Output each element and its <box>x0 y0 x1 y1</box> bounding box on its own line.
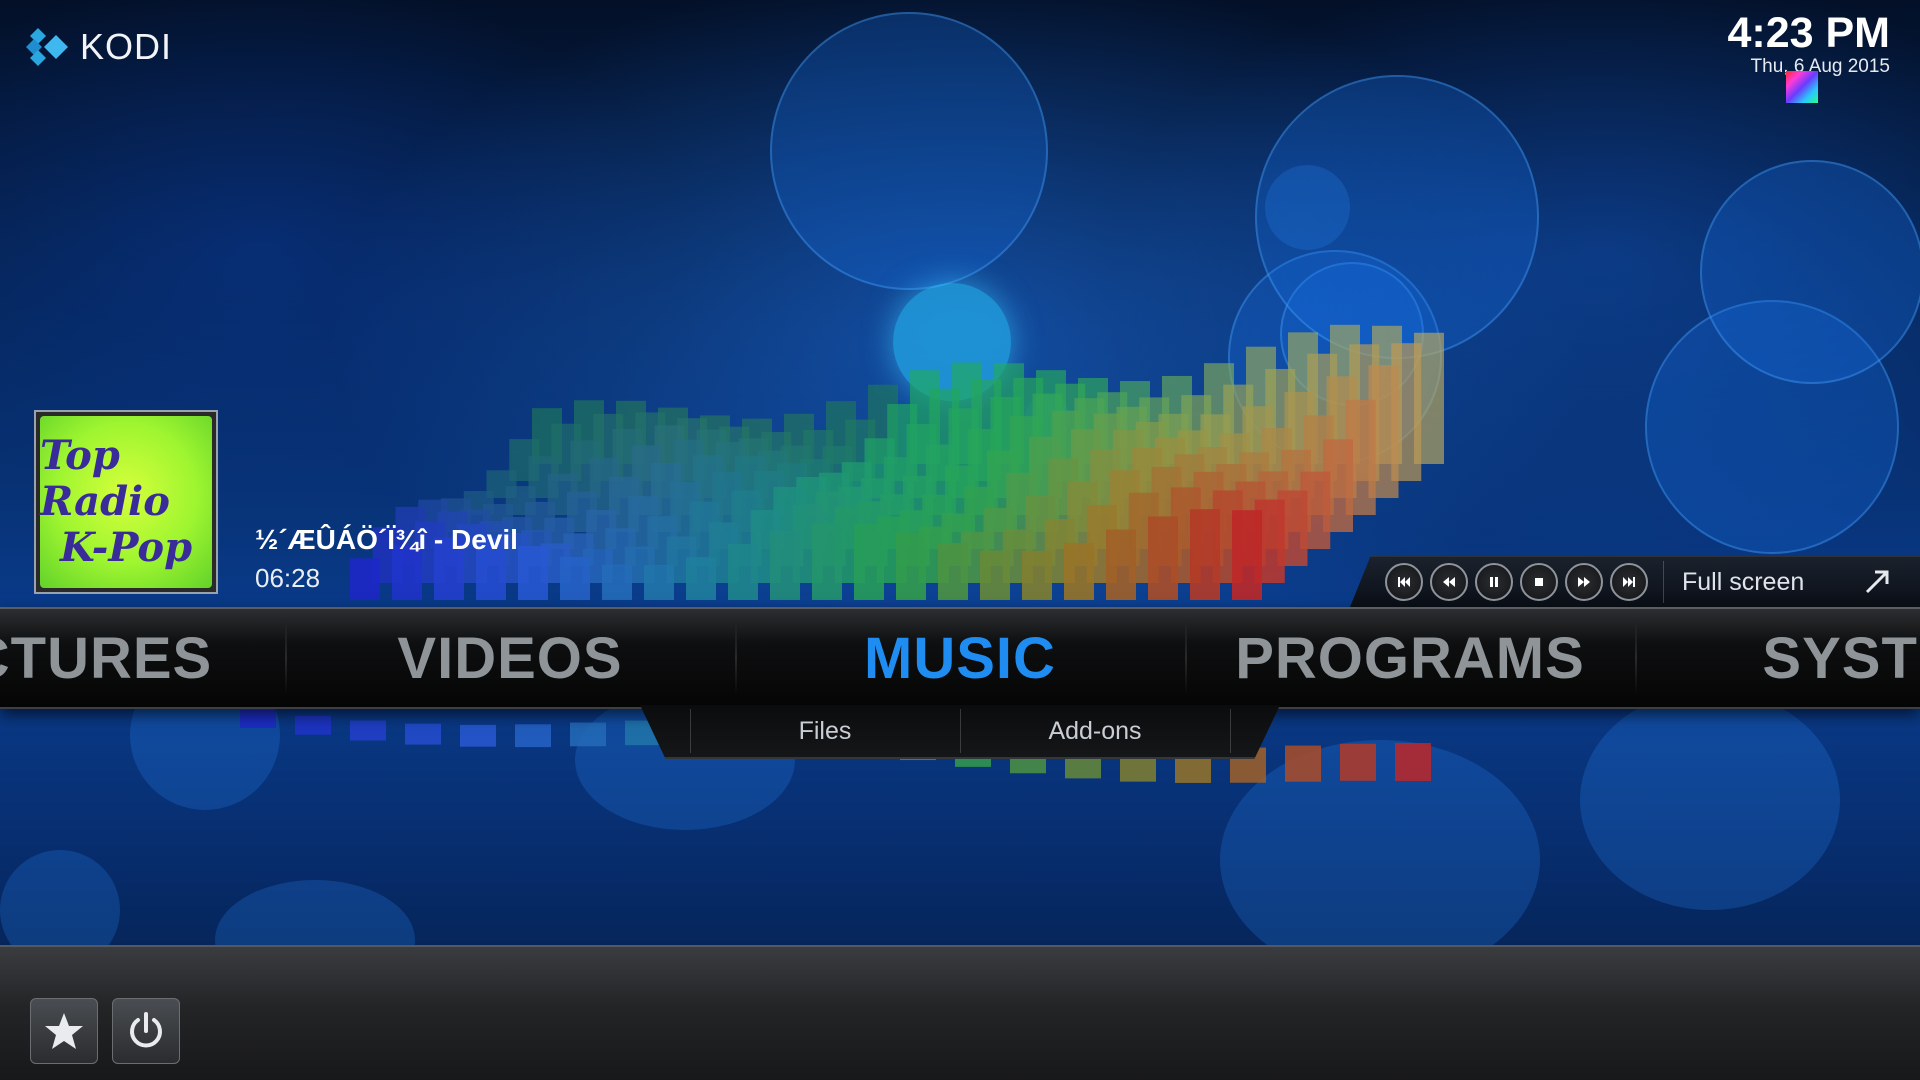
visualizer-bar <box>1022 550 1052 600</box>
submenu-item-files[interactable]: Files <box>690 705 960 757</box>
visualizer-bar <box>1148 516 1178 600</box>
visualizer-bar <box>896 532 926 600</box>
now-playing-elapsed: 06:28 <box>255 563 321 593</box>
visualizer-bar <box>980 550 1010 600</box>
visualizer-bar <box>1190 509 1220 600</box>
menu-item-pictures[interactable]: CTURES <box>0 609 315 707</box>
kodi-home-screen: KODI 4:23 PM Thu, 6 Aug 2015 Top Radio K… <box>0 0 1920 1080</box>
skip-previous-icon <box>1398 577 1410 587</box>
visualizer-reflection-bar <box>570 722 606 747</box>
controls-divider <box>1663 561 1664 603</box>
favourites-button[interactable] <box>30 998 98 1064</box>
clock: 4:23 PM Thu, 6 Aug 2015 <box>1727 8 1890 103</box>
album-art-line-2: K-Pop <box>59 524 193 571</box>
submenu-divider <box>1230 709 1231 753</box>
kodi-logo: KODI <box>22 24 172 70</box>
album-art-image: Top Radio K-Pop <box>40 416 212 588</box>
main-menu-bar: CTURES VIDEOS MUSIC PROGRAMS SYSTE <box>0 607 1920 709</box>
pause-button[interactable] <box>1475 563 1513 601</box>
fast-forward-button[interactable] <box>1565 563 1603 601</box>
visualizer-reflection-bar <box>460 724 496 747</box>
kodi-logo-icon <box>26 28 68 66</box>
skip-previous-button[interactable] <box>1385 563 1423 601</box>
visualizer-reflection-bar <box>350 720 386 741</box>
visualizer-bar <box>602 564 632 600</box>
visualizer-bar <box>1064 542 1094 600</box>
skip-next-icon <box>1623 577 1635 587</box>
album-art-line-1: Top Radio <box>40 432 170 525</box>
menu-item-programs[interactable]: PROGRAMS <box>1185 609 1635 707</box>
visualizer-reflection-bar <box>1395 742 1431 781</box>
fullscreen-button[interactable]: Full screen <box>1682 568 1862 597</box>
menu-item-system[interactable]: SYSTE <box>1635 609 1920 707</box>
visualizer-reflection-bar <box>405 723 441 745</box>
clock-time: 4:23 PM <box>1727 9 1890 57</box>
visualizer-bar <box>350 558 380 600</box>
visualizer-reflection-bar <box>1340 743 1376 781</box>
submenu-item-addons[interactable]: Add-ons <box>960 705 1230 757</box>
visualizer-bar <box>560 556 590 600</box>
skip-next-button[interactable] <box>1610 563 1648 601</box>
visualizer-bar <box>644 565 674 600</box>
fast-forward-icon <box>1578 577 1590 587</box>
rewind-icon <box>1443 577 1455 587</box>
rewind-button[interactable] <box>1430 563 1468 601</box>
playback-controls: Full screen <box>1385 559 1892 605</box>
visualizer-reflection-bar <box>295 715 331 735</box>
visualizer-bar <box>1106 529 1136 600</box>
visualizer-bar <box>938 542 968 600</box>
visualizer-reflection-bar <box>1285 745 1321 782</box>
visualizer-reflection-bar <box>240 710 276 728</box>
favourites-icon <box>45 1013 83 1049</box>
stop-icon <box>1535 578 1543 586</box>
visualizer-bar <box>812 523 842 600</box>
menu-item-music[interactable]: MUSIC <box>735 609 1185 707</box>
pause-icon <box>1490 577 1498 587</box>
visualizer-reflection-bar <box>515 724 551 748</box>
fullscreen-icon[interactable] <box>1862 567 1892 597</box>
visualizer-bar <box>854 524 884 600</box>
visualizer-bar <box>518 546 548 600</box>
visualizer-bar <box>728 543 758 600</box>
visualizer-bar <box>1232 510 1262 600</box>
app-name: KODI <box>80 26 173 67</box>
now-playing-title: ½´ÆÛÁÖ´Ï¾î - Devil <box>255 524 518 555</box>
visualizer-bar <box>686 557 716 600</box>
power-button[interactable] <box>112 998 180 1064</box>
stop-button[interactable] <box>1520 563 1558 601</box>
bottom-bar <box>0 945 1920 1080</box>
album-art[interactable]: Top Radio K-Pop <box>34 410 218 594</box>
menu-item-videos[interactable]: VIDEOS <box>285 609 735 707</box>
visualizer-bar <box>770 530 800 600</box>
color-swatch <box>1786 71 1818 103</box>
power-icon <box>130 1012 162 1048</box>
